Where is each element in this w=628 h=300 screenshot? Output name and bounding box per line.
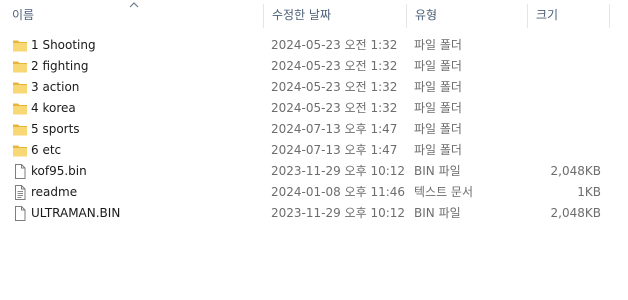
file-type: 파일 폴더 [414, 59, 462, 73]
file-row[interactable]: 5 sports 2024-07-13 오후 1:47 파일 폴더 [0, 119, 616, 140]
file-row[interactable]: 1 Shooting 2024-05-23 오전 1:32 파일 폴더 [0, 35, 616, 56]
modified-date: 2024-07-13 오후 1:47 [271, 122, 398, 136]
folder-icon [12, 80, 28, 95]
column-divider[interactable] [609, 4, 610, 28]
file-icon [12, 164, 28, 179]
file-type: 파일 폴더 [414, 80, 462, 94]
modified-date: 2024-01-08 오후 11:46 [271, 185, 406, 199]
file-name: ULTRAMAN.BIN [31, 206, 121, 220]
file-row[interactable]: readme 2024-01-08 오후 11:46 텍스트 문서 1KB [0, 182, 616, 203]
column-header-name[interactable]: 이름 [12, 0, 34, 30]
modified-date: 2023-11-29 오후 10:12 [271, 206, 406, 220]
modified-date: 2024-05-23 오전 1:32 [271, 80, 398, 94]
file-name: kof95.bin [31, 164, 87, 178]
file-type: 파일 폴더 [414, 143, 462, 157]
file-type: 텍스트 문서 [414, 185, 474, 199]
modified-date: 2024-05-23 오전 1:32 [271, 101, 398, 115]
file-type: BIN 파일 [414, 164, 461, 178]
file-size: 2,048KB [550, 164, 601, 178]
file-name: 2 fighting [31, 59, 89, 73]
column-header-size[interactable]: 크기 [536, 0, 558, 30]
modified-date: 2024-07-13 오후 1:47 [271, 143, 398, 157]
column-header-type[interactable]: 유형 [415, 0, 437, 30]
file-name: 6 etc [31, 143, 62, 157]
file-size: 2,048KB [550, 206, 601, 220]
file-type: 파일 폴더 [414, 122, 462, 136]
column-divider[interactable] [406, 4, 407, 28]
file-icon [12, 206, 28, 221]
file-name: 5 sports [31, 122, 80, 136]
file-name: 4 korea [31, 101, 76, 115]
column-divider[interactable] [527, 4, 528, 28]
file-list: 1 Shooting 2024-05-23 오전 1:32 파일 폴더 2 fight… [0, 35, 628, 224]
column-header-date[interactable]: 수정한 날짜 [272, 0, 331, 30]
file-size: 1KB [577, 185, 601, 199]
file-type: 파일 폴더 [414, 38, 462, 52]
file-row[interactable]: 2 fighting 2024-05-23 오전 1:32 파일 폴더 [0, 56, 616, 77]
file-row[interactable]: kof95.bin 2023-11-29 오후 10:12 BIN 파일 2,048K… [0, 161, 616, 182]
folder-icon [12, 59, 28, 74]
file-name: 3 action [31, 80, 80, 94]
column-divider[interactable] [263, 4, 264, 28]
file-row[interactable]: 4 korea 2024-05-23 오전 1:32 파일 폴더 [0, 98, 616, 119]
file-type: 파일 폴더 [414, 101, 462, 115]
modified-date: 2024-05-23 오전 1:32 [271, 59, 398, 73]
column-header-bar: 이름 수정한 날짜 유형 크기 [0, 0, 628, 30]
file-type: BIN 파일 [414, 206, 461, 220]
folder-icon [12, 38, 28, 53]
folder-icon [12, 122, 28, 137]
folder-icon [12, 143, 28, 158]
modified-date: 2023-11-29 오후 10:12 [271, 164, 406, 178]
file-name: readme [31, 185, 78, 199]
sort-ascending-icon [129, 2, 139, 8]
folder-icon [12, 101, 28, 116]
file-row[interactable]: 6 etc 2024-07-13 오후 1:47 파일 폴더 [0, 140, 616, 161]
file-name: 1 Shooting [31, 38, 96, 52]
file-row[interactable]: ULTRAMAN.BIN 2023-11-29 오후 10:12 BIN 파일 2,0… [0, 203, 616, 224]
file-row[interactable]: 3 action 2024-05-23 오전 1:32 파일 폴더 [0, 77, 616, 98]
modified-date: 2024-05-23 오전 1:32 [271, 38, 398, 52]
text-document-icon [12, 185, 28, 200]
